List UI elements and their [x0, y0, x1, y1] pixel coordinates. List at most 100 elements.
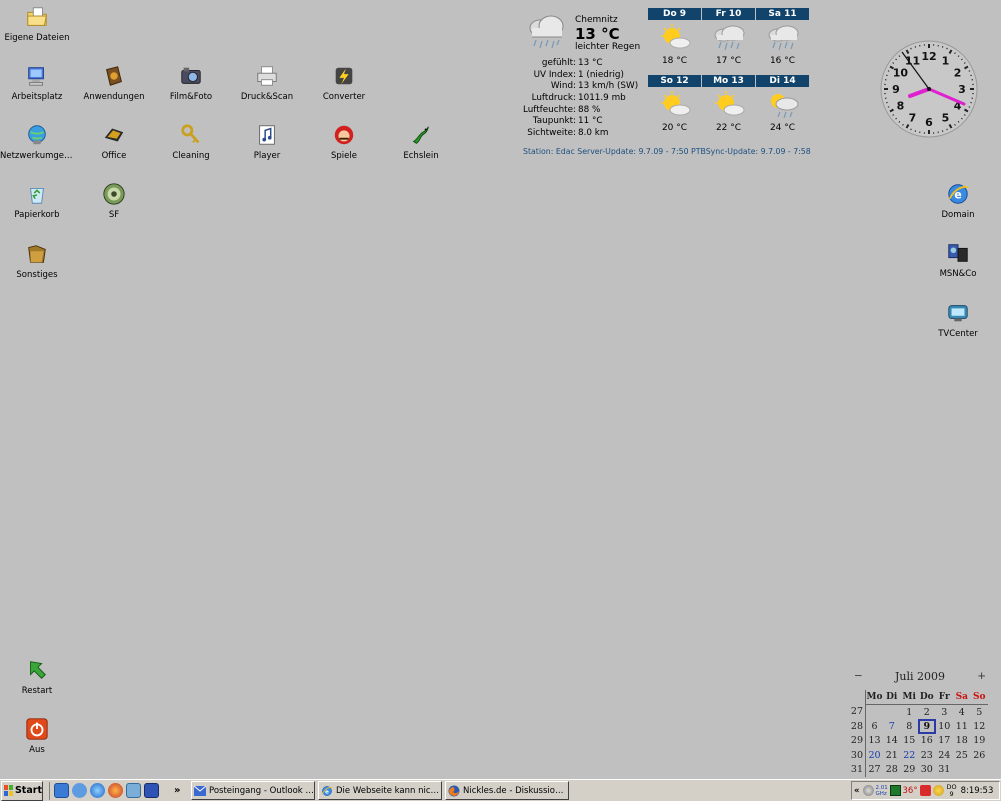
desktop-shortcut[interactable]: Player — [229, 122, 305, 161]
weather-detail-row: Sichtweite: 8.0 km — [520, 128, 645, 140]
desktop-shortcut[interactable]: Eigene Dateien — [0, 4, 75, 43]
calendar-day[interactable]: 18 — [953, 734, 971, 749]
desktop-shortcut[interactable]: Papierkorb — [0, 181, 75, 220]
desktop-shortcut-label: Converter — [322, 92, 366, 102]
desktop-shortcut[interactable]: Sonstiges — [0, 241, 75, 280]
calendar-day[interactable]: 9 — [918, 719, 936, 734]
calendar-day[interactable]: 26 — [971, 748, 989, 763]
desktop-shortcut[interactable]: Converter — [306, 63, 382, 102]
calendar-day[interactable]: 16 — [918, 734, 936, 749]
outlook-icon[interactable] — [72, 783, 87, 798]
desktop-shortcut[interactable]: TVCenter — [920, 300, 996, 339]
show-desktop-icon[interactable] — [54, 783, 69, 798]
calendar-day[interactable]: 24 — [936, 748, 954, 763]
calendar-day[interactable]: 11 — [953, 719, 971, 734]
clock-tick — [910, 47, 912, 50]
save-disk-icon[interactable] — [144, 783, 159, 798]
taskbar-button[interactable]: Posteingang - Outlook E... — [191, 781, 315, 800]
desktop-shortcut[interactable]: SF — [76, 181, 152, 220]
desktop-shortcut[interactable]: MSN&Co — [920, 240, 996, 279]
calendar-next-button[interactable]: + — [977, 670, 986, 682]
calendar-day[interactable]: 25 — [953, 748, 971, 763]
desktop-shortcut[interactable]: Arbeitsplatz — [0, 63, 75, 102]
calendar-day[interactable]: 30 — [918, 763, 936, 778]
office-icon — [101, 122, 127, 148]
sun-rain-icon — [766, 90, 800, 120]
firefox-icon[interactable] — [108, 783, 123, 798]
email-icon[interactable] — [126, 783, 141, 798]
clock-tick — [968, 106, 971, 108]
weather-details: gefühlt: 13 °C UV Index: 1 (niedrig) Wind: 13… — [520, 58, 645, 140]
weather-station-info: Station: Edac Server-Update: 9.7.09 - 7:… — [523, 147, 811, 156]
calendar-day[interactable]: 20 — [866, 748, 884, 763]
cpu-speed-indicator[interactable]: 2.01 GHz — [876, 785, 890, 797]
clock-tick — [954, 52, 956, 55]
desktop-shortcut[interactable]: Cleaning — [153, 122, 229, 161]
desktop-shortcut[interactable]: Restart — [0, 657, 75, 696]
weather-detail-value: 13 °C — [578, 58, 603, 68]
calendar-day[interactable]: 14 — [883, 734, 901, 749]
calendar-day[interactable]: 27 — [866, 763, 884, 778]
calendar-day[interactable]: 15 — [901, 734, 919, 749]
calendar-day[interactable]: 17 — [936, 734, 954, 749]
calendar-day[interactable]: 29 — [901, 763, 919, 778]
weather-tray-icon[interactable] — [932, 785, 944, 796]
start-button[interactable]: Start — [1, 780, 43, 801]
desktop-shortcut[interactable]: Netzwerkumgeb... — [0, 122, 75, 161]
calendar-day[interactable]: 13 — [866, 734, 884, 749]
desktop-shortcut-label: MSN&Co — [939, 269, 977, 279]
desktop-shortcut[interactable]: Druck&Scan — [229, 63, 305, 102]
tray-date-num: 9 — [949, 789, 954, 798]
forecast-day: Fr 10 17 °C — [702, 8, 755, 73]
my-computer-icon — [24, 63, 50, 89]
calendar-prev-button[interactable]: − — [854, 670, 863, 682]
folder-documents-icon — [24, 4, 50, 30]
calendar-day-header: Di — [886, 692, 898, 702]
calendar-day[interactable]: 3 — [935, 704, 953, 719]
calendar-day[interactable]: 22 — [901, 748, 919, 763]
desktop-shortcut[interactable]: Aus — [0, 716, 75, 755]
antivirus-icon[interactable] — [919, 785, 931, 796]
calendar-day[interactable]: 19 — [971, 734, 989, 749]
calendar-day[interactable]: 4 — [953, 704, 971, 719]
taskbar-button[interactable]: Nickles.de - Diskussion: ... — [445, 781, 569, 800]
clock-tick — [910, 128, 912, 131]
calendar-week-number: 27 — [848, 704, 866, 719]
calendar-day[interactable]: 31 — [936, 763, 954, 778]
taskbar-button-label: Die Webseite kann nicht ... — [336, 785, 441, 796]
desktop-shortcut[interactable]: e Domain — [920, 181, 996, 220]
calendar-day — [953, 763, 971, 778]
desktop-shortcut[interactable]: Film&Foto — [153, 63, 229, 102]
calendar-day[interactable]: 7 — [883, 719, 901, 734]
weather-widget: Chemnitz 13 °C leichter Regen gefühlt: 13… — [520, 8, 811, 160]
internet-explorer-icon[interactable] — [90, 783, 105, 798]
tray-expand-button[interactable]: « — [854, 786, 860, 796]
tray-clock[interactable]: 8:19:53 — [961, 786, 994, 796]
calendar-day[interactable]: 1 — [900, 704, 918, 719]
quick-launch-expand[interactable]: » — [174, 785, 188, 796]
calendar-day[interactable]: 2 — [918, 704, 936, 719]
calendar-day[interactable]: 10 — [936, 719, 954, 734]
calendar-day[interactable]: 12 — [971, 719, 989, 734]
weather-detail-value: 1011.9 mb — [578, 93, 626, 104]
calendar-day[interactable]: 28 — [883, 763, 901, 778]
desktop-shortcut[interactable]: Spiele — [306, 122, 382, 161]
clock-tick — [946, 128, 948, 131]
cpu-temperature[interactable]: 36° — [903, 786, 918, 796]
desktop-shortcut[interactable]: Anwendungen — [76, 63, 152, 102]
calendar-day[interactable]: 8 — [901, 719, 919, 734]
taskbar-button[interactable]: e Die Webseite kann nicht ... — [318, 781, 442, 800]
monitor-icon[interactable] — [889, 785, 901, 796]
calendar-day[interactable]: 6 — [866, 719, 884, 734]
calendar-day[interactable]: 23 — [918, 748, 936, 763]
desktop-shortcut[interactable]: Office — [76, 122, 152, 161]
calendar-day[interactable]: 21 — [883, 748, 901, 763]
desktop-shortcut-label: Spiele — [331, 151, 357, 161]
applications-folder-icon — [101, 63, 127, 89]
weather-detail-label: UV Index: — [533, 69, 576, 80]
sun-cloud-icon — [658, 90, 692, 120]
weather-condition: leichter Regen — [575, 42, 641, 52]
calendar-day[interactable]: 5 — [970, 704, 988, 719]
desktop-shortcut[interactable]: Echslein — [383, 122, 459, 161]
gear-icon[interactable] — [862, 785, 874, 796]
